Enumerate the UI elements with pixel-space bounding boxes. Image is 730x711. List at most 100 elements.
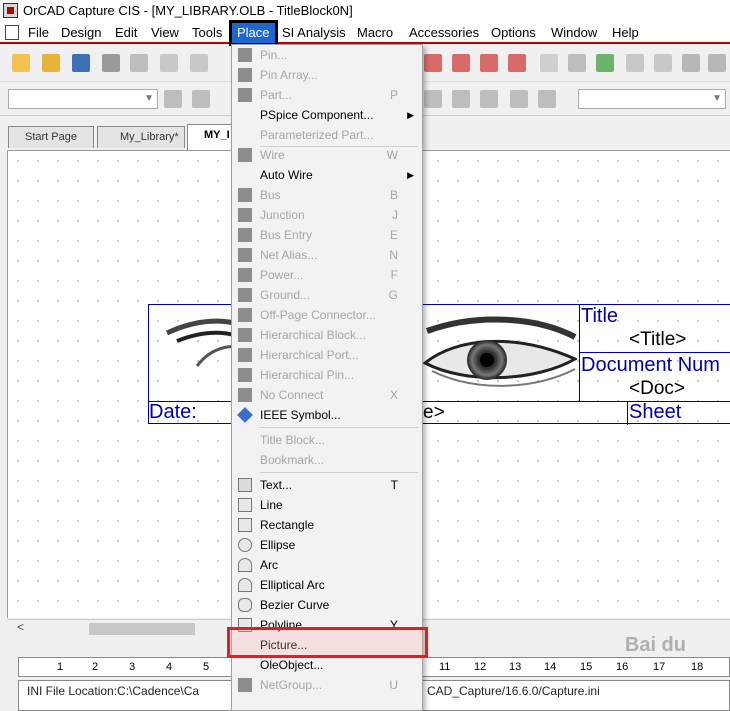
wire-icon xyxy=(238,148,252,162)
ruler-number: 5 xyxy=(203,661,210,673)
new-icon[interactable] xyxy=(12,54,30,72)
part-icon xyxy=(238,88,252,102)
tab-titleblock[interactable]: MY_I xyxy=(187,124,237,150)
menu-item-off-page-connector[interactable]: Off-Page Connector... xyxy=(232,305,422,325)
zoom-area-icon[interactable] xyxy=(480,54,498,72)
menu-item-no-connect[interactable]: No Connect X xyxy=(232,385,422,405)
menu-item-text[interactable]: Text... T xyxy=(232,475,422,495)
zoom-all-icon[interactable] xyxy=(508,54,526,72)
menu-item-pin-array[interactable]: Pin Array... xyxy=(232,65,422,85)
bezier-curve-icon xyxy=(238,598,252,612)
menu-item-bezier-curve[interactable]: Bezier Curve xyxy=(232,595,422,615)
submenu-arrow-icon: ▶ xyxy=(407,170,414,180)
menu-item-wire[interactable]: Wire W xyxy=(232,145,422,165)
tab-titleblock-label: MY_I xyxy=(204,129,230,141)
menu-item-hierarchical-port[interactable]: Hierarchical Port... xyxy=(232,345,422,365)
menu-item-arc[interactable]: Arc xyxy=(232,555,422,575)
cut-icon[interactable] xyxy=(130,54,148,72)
pin-icon xyxy=(238,48,252,62)
menu-item-ground[interactable]: Ground... G xyxy=(232,285,422,305)
ieee-symbol-icon xyxy=(237,407,253,423)
profile-combo[interactable]: ▼ xyxy=(578,89,726,109)
menu-item-net-alias[interactable]: Net Alias... N xyxy=(232,245,422,265)
bom-icon[interactable] xyxy=(654,54,672,72)
menu-item-label: Ellipse xyxy=(260,538,296,552)
menu-item-title-block[interactable]: Title Block... xyxy=(232,430,422,450)
menu-item-bus-entry[interactable]: Bus Entry E xyxy=(232,225,422,245)
menu-item-label: IEEE Symbol... xyxy=(260,408,341,422)
menu-item-ieee-symbol[interactable]: IEEE Symbol... xyxy=(232,405,422,425)
netlist-icon[interactable] xyxy=(596,54,614,72)
save-icon[interactable] xyxy=(72,54,90,72)
menu-item-line[interactable]: Line xyxy=(232,495,422,515)
w-icon[interactable] xyxy=(510,90,528,108)
menu-item-label: Bookmark... xyxy=(260,453,325,467)
menu-item-bus[interactable]: Bus B xyxy=(232,185,422,205)
redo-icon[interactable] xyxy=(708,54,726,72)
menu-item-ellipse[interactable]: Ellipse xyxy=(232,535,422,555)
part-combo[interactable]: ▼ xyxy=(8,89,158,109)
print-icon[interactable] xyxy=(102,54,120,72)
undo-icon[interactable] xyxy=(682,54,700,72)
ruler-number: 11 xyxy=(439,661,451,673)
menu-separator xyxy=(260,427,418,428)
menu-item-parameterized-part[interactable]: Parameterized Part... xyxy=(232,125,422,145)
menu-item-label: Wire xyxy=(260,148,285,162)
menu-item-power[interactable]: Power... F xyxy=(232,265,422,285)
menu-place[interactable]: Place xyxy=(229,20,278,46)
menu-item-oleobject[interactable]: OleObject... xyxy=(232,655,422,675)
menu-edit[interactable]: Edit xyxy=(115,24,137,42)
tab-start-page[interactable]: Start Page xyxy=(8,126,94,148)
menu-item-netgroup[interactable]: NetGroup... U xyxy=(232,675,422,695)
zoom-in-icon[interactable] xyxy=(424,54,442,72)
open-folder-icon[interactable] xyxy=(42,54,60,72)
menu-item-shortcut: U xyxy=(389,678,398,692)
junction-icon xyxy=(238,208,252,222)
menu-si-analysis[interactable]: SI Analysis xyxy=(282,24,346,42)
date-value: e> xyxy=(423,402,445,423)
menu-item-elliptical-arc[interactable]: Elliptical Arc xyxy=(232,575,422,595)
menu-item-pin[interactable]: Pin... xyxy=(232,45,422,65)
menu-design[interactable]: Design xyxy=(61,24,101,42)
menu-file[interactable]: File xyxy=(28,24,49,42)
bus-icon xyxy=(238,188,252,202)
menu-options[interactable]: Options xyxy=(491,24,536,42)
report-icon[interactable] xyxy=(626,54,644,72)
eye-icon[interactable] xyxy=(540,54,558,72)
power-probe-icon[interactable] xyxy=(480,90,498,108)
menu-help[interactable]: Help xyxy=(612,24,639,42)
menu-item-pspice-component[interactable]: PSpice Component... ▶ xyxy=(232,105,422,125)
marker-icon[interactable] xyxy=(538,90,556,108)
scroll-left-icon[interactable]: < xyxy=(17,620,24,634)
menu-tools[interactable]: Tools xyxy=(192,24,222,42)
menu-item-label: Pin Array... xyxy=(260,68,318,82)
paste-icon[interactable] xyxy=(190,54,208,72)
menu-item-part[interactable]: Part... P xyxy=(232,85,422,105)
menu-item-label: OleObject... xyxy=(260,658,324,672)
menu-item-junction[interactable]: Junction J xyxy=(232,205,422,225)
menu-item-label: Power... xyxy=(260,268,304,282)
u7-icon[interactable] xyxy=(568,54,586,72)
scroll-thumb[interactable] xyxy=(89,623,195,635)
tab-my-library[interactable]: My_Library* xyxy=(97,126,185,148)
copy-icon[interactable] xyxy=(160,54,178,72)
menu-window[interactable]: Window xyxy=(551,24,597,42)
document-icon[interactable] xyxy=(5,25,19,40)
menu-item-rectangle[interactable]: Rectangle xyxy=(232,515,422,535)
left-panel-edge xyxy=(0,650,18,711)
menu-item-label: Parameterized Part... xyxy=(260,128,374,142)
menu-accessories[interactable]: Accessories xyxy=(409,24,479,42)
menu-item-auto-wire[interactable]: Auto Wire ▶ xyxy=(232,165,422,185)
probe-icon[interactable] xyxy=(424,90,442,108)
watermark-text: Bai du xyxy=(624,634,686,656)
current-probe-icon[interactable] xyxy=(452,90,470,108)
menu-item-bookmark[interactable]: Bookmark... xyxy=(232,450,422,470)
menu-view[interactable]: View xyxy=(151,24,179,42)
check-icon[interactable] xyxy=(192,90,210,108)
zoom-out-icon[interactable] xyxy=(452,54,470,72)
menu-item-hierarchical-block[interactable]: Hierarchical Block... xyxy=(232,325,422,345)
menu-item-hierarchical-pin[interactable]: Hierarchical Pin... xyxy=(232,365,422,385)
waveform-icon[interactable] xyxy=(164,90,182,108)
menu-macro[interactable]: Macro xyxy=(357,24,393,42)
menu-item-label: Line xyxy=(260,498,283,512)
